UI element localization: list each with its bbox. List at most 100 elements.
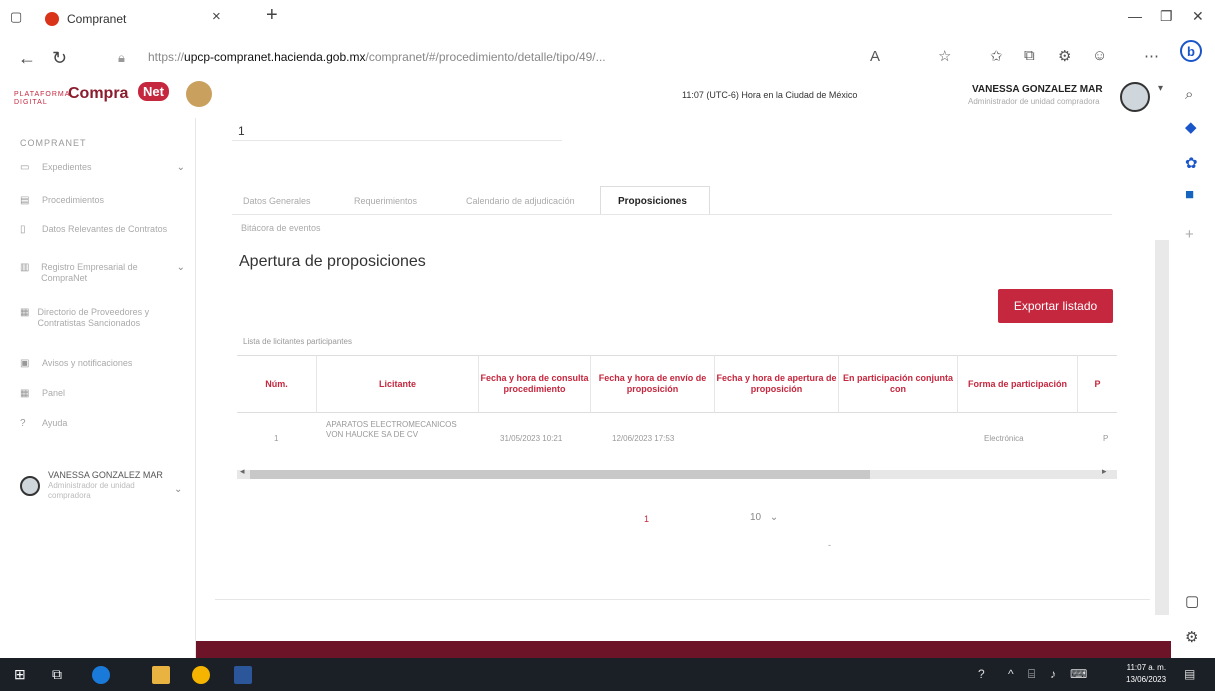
chevron-down-icon: ⌄ xyxy=(176,262,185,273)
settings-icon[interactable]: ⚙ xyxy=(1185,628,1198,646)
column-header-forma[interactable]: Forma de participación xyxy=(958,355,1078,413)
sidebar-item-avisos[interactable]: ▣ Avisos y notificaciones xyxy=(20,358,185,369)
sidebar-user[interactable]: VANESSA GONZALEZ MAR Administrador de un… xyxy=(20,470,190,501)
help-tray-icon[interactable]: ? xyxy=(978,667,985,681)
user-avatar[interactable] xyxy=(1120,82,1150,112)
sidebar-item-panel[interactable]: ▦ Panel xyxy=(20,388,185,399)
new-tab-button[interactable]: + xyxy=(266,4,278,27)
notification-icon: ▣ xyxy=(20,358,30,369)
logo-net[interactable]: Net xyxy=(138,82,169,101)
cell-licitante[interactable]: APARATOS ELECTROMECANICOS VON HAUCKE SA … xyxy=(326,420,476,440)
tab-title: Compranet xyxy=(67,12,127,26)
column-header-licitante[interactable]: Licitante xyxy=(317,355,479,413)
tools-icon[interactable]: ✿ xyxy=(1185,154,1198,172)
folder-icon: ▭ xyxy=(20,162,30,173)
browser-tab[interactable]: Compranet xyxy=(45,6,265,32)
word-icon[interactable] xyxy=(234,666,252,684)
tab-close-icon[interactable]: × xyxy=(212,8,221,25)
government-seal-icon xyxy=(186,81,212,107)
chevron-down-icon: ⌄ xyxy=(769,512,779,523)
volume-icon[interactable]: ♪ xyxy=(1050,667,1056,681)
column-header-envio[interactable]: Fecha y hora de envío de proposición xyxy=(591,355,715,413)
scroll-right-arrow-icon[interactable]: ▸ xyxy=(1102,466,1107,477)
column-header-num[interactable]: Núm. xyxy=(237,355,317,413)
header-clock: 11:07 (UTC-6) Hora en la Ciudad de Méxic… xyxy=(682,90,858,100)
sidebar-avatar xyxy=(20,476,40,496)
favorite-star-icon[interactable]: ☆ xyxy=(938,47,951,65)
cell-envio: 12/06/2023 17:53 xyxy=(612,434,675,443)
search-icon[interactable]: ⌕ xyxy=(1185,86,1193,103)
scroll-left-arrow-icon[interactable]: ◂ xyxy=(240,466,245,477)
read-aloud-icon[interactable]: A xyxy=(870,48,880,65)
contract-icon: ▯ xyxy=(20,224,26,235)
column-header-consulta[interactable]: Fecha y hora de consulta procedimiento xyxy=(479,355,591,413)
sidebar-item-registro-empresarial[interactable]: ▥ Registro Empresarial de CompraNet ⌄ xyxy=(20,262,185,284)
favorites-icon[interactable]: ✩ xyxy=(990,47,1003,65)
table-scroll-thumb[interactable] xyxy=(250,470,870,479)
edge-browser-icon[interactable] xyxy=(92,666,110,684)
cell-extra: P xyxy=(1103,434,1109,443)
sidebar-item-ayuda[interactable]: ? Ayuda xyxy=(20,418,185,429)
column-header-apertura[interactable]: Fecha y hora de apertura de proposición xyxy=(715,355,839,413)
tab-proposiciones[interactable]: Proposiciones xyxy=(618,196,687,207)
show-hidden-icons-icon[interactable]: ^ xyxy=(1008,667,1014,681)
profile-icon[interactable]: ☺ xyxy=(1092,47,1107,64)
divider xyxy=(232,140,562,141)
user-menu-caret-icon[interactable]: ▾ xyxy=(1158,83,1163,94)
outlook-icon[interactable]: ■ xyxy=(1185,186,1194,203)
tab-actions-icon[interactable]: ▢ xyxy=(10,9,22,25)
pagination-page[interactable]: 1 xyxy=(644,514,649,524)
export-list-button[interactable]: Exportar listado xyxy=(998,289,1113,323)
minimize-icon[interactable]: — xyxy=(1128,8,1142,24)
tab-requerimientos[interactable]: Requerimientos xyxy=(354,196,417,206)
page-footer xyxy=(196,641,1171,658)
building-icon: ▥ xyxy=(20,262,30,273)
language-icon[interactable]: ⌨ xyxy=(1070,667,1087,681)
file-explorer-icon[interactable] xyxy=(152,666,170,684)
extensions-icon[interactable]: ⚙ xyxy=(1058,47,1071,65)
refresh-icon[interactable]: ↻ xyxy=(52,48,67,69)
back-icon[interactable]: ← xyxy=(18,48,36,69)
help-icon: ? xyxy=(20,418,26,429)
tab-bitacora[interactable]: Bitácora de eventos xyxy=(241,223,321,233)
tabs-divider xyxy=(232,214,1112,215)
tab-datos-generales[interactable]: Datos Generales xyxy=(243,196,311,206)
panel-icon: ▦ xyxy=(20,388,30,399)
page-size-select[interactable]: 10 ⌄ xyxy=(750,512,778,523)
collections-icon[interactable]: ⧉ xyxy=(1024,47,1035,64)
restore-icon[interactable]: ❐ xyxy=(1160,8,1173,25)
taskbar-clock[interactable]: 11:07 a. m. 13/06/2023 xyxy=(1126,662,1166,686)
more-options-icon[interactable]: ⋯ xyxy=(1144,47,1159,65)
column-header-conjunta[interactable]: En participación conjunta con xyxy=(839,355,958,413)
procedure-number: 1 xyxy=(238,124,245,138)
notifications-icon[interactable]: ▤ xyxy=(1184,667,1195,681)
windows-start-icon[interactable]: ⊞ xyxy=(14,666,32,684)
sidebar-item-procedimientos[interactable]: ▤ Procedimientos xyxy=(20,195,185,206)
shopping-tag-icon[interactable]: ◆ xyxy=(1185,118,1197,136)
sidebar-item-expedientes[interactable]: ▭ Expedientes ⌄ xyxy=(20,162,185,173)
sidebar-toggle-icon[interactable]: ▢ xyxy=(1185,592,1199,610)
document-icon: ▤ xyxy=(20,195,30,206)
divider-mark: - xyxy=(828,540,831,550)
cell-consulta: 31/05/2023 10:21 xyxy=(500,434,563,443)
list-label: Lista de licitantes participantes xyxy=(243,337,352,346)
page-title: Apertura de proposiciones xyxy=(239,253,426,270)
sidebar-title: COMPRANET xyxy=(20,138,87,148)
sidebar-item-datos-relevantes[interactable]: ▯ Datos Relevantes de Contratos xyxy=(20,224,185,235)
directory-icon: ▦ xyxy=(20,307,30,318)
close-window-icon[interactable]: ✕ xyxy=(1192,8,1204,25)
network-icon[interactable]: ⌸ xyxy=(1028,667,1035,682)
sidebar-item-directorio[interactable]: ▦ Directorio de Proveedores y Contratist… xyxy=(20,307,185,329)
page-vertical-scrollbar[interactable] xyxy=(1155,240,1169,615)
footer-divider xyxy=(215,599,1150,600)
column-header-extra[interactable]: P xyxy=(1078,355,1117,413)
header-user-name[interactable]: VANESSA GONZALEZ MAR xyxy=(972,84,1103,95)
task-view-icon[interactable]: ⧉ xyxy=(52,666,70,684)
lock-icon[interactable]: 🔒︎ xyxy=(118,50,125,66)
add-icon[interactable]: + xyxy=(1185,226,1194,243)
logo-compra[interactable]: Compra xyxy=(68,85,128,103)
url-field[interactable]: https://upcp-compranet.hacienda.gob.mx/c… xyxy=(148,50,606,64)
chrome-icon[interactable] xyxy=(192,666,210,684)
bing-icon[interactable]: b xyxy=(1180,40,1202,62)
tab-calendario[interactable]: Calendario de adjudicación xyxy=(466,196,575,206)
